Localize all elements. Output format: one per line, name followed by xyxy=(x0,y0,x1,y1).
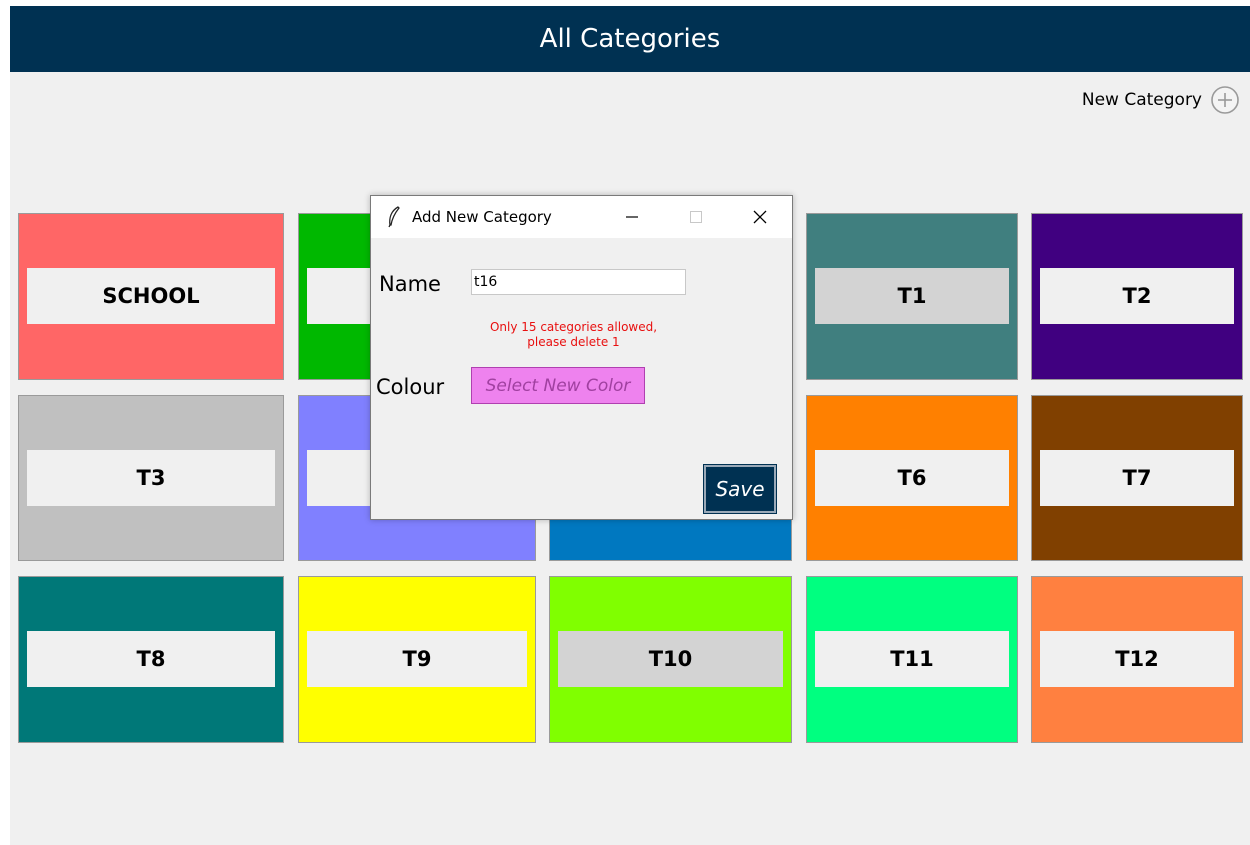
category-label: T9 xyxy=(307,631,527,687)
close-button[interactable] xyxy=(737,196,783,238)
warning-line: please delete 1 xyxy=(527,335,620,349)
category-label: T2 xyxy=(1040,268,1234,324)
category-tile-t3[interactable]: T3 xyxy=(18,395,284,561)
feather-icon xyxy=(388,206,400,228)
category-label: T8 xyxy=(27,631,275,687)
category-label: T12 xyxy=(1040,631,1234,687)
save-button[interactable]: Save xyxy=(703,464,777,514)
category-label: T10 xyxy=(558,631,783,687)
new-category-button[interactable]: New Category xyxy=(1082,85,1240,115)
category-tile-t2[interactable]: T2 xyxy=(1031,213,1243,380)
category-limit-warning: Only 15 categories allowed, please delet… xyxy=(461,320,686,350)
dialog-titlebar[interactable]: Add New Category xyxy=(371,196,792,238)
category-tile-school[interactable]: SCHOOL xyxy=(18,213,284,380)
category-tile-t1[interactable]: T1 xyxy=(806,213,1018,380)
category-label: T11 xyxy=(815,631,1009,687)
add-category-dialog: Add New Category Name Only 15 categories… xyxy=(370,195,793,520)
dialog-title: Add New Category xyxy=(412,208,552,226)
maximize-button[interactable] xyxy=(673,196,719,238)
new-category-label: New Category xyxy=(1081,90,1202,110)
minimize-icon xyxy=(626,216,638,218)
category-tile-t11[interactable]: T11 xyxy=(806,576,1018,743)
category-tile-t12[interactable]: T12 xyxy=(1031,576,1243,743)
page-header: All Categories xyxy=(10,6,1250,72)
colour-label: Colour xyxy=(376,375,445,399)
category-label: T3 xyxy=(27,450,275,506)
name-label: Name xyxy=(379,272,441,296)
category-tile-t9[interactable]: T9 xyxy=(298,576,536,743)
minimize-button[interactable] xyxy=(609,196,655,238)
name-input[interactable] xyxy=(471,269,686,295)
warning-line: Only 15 categories allowed, xyxy=(489,320,658,334)
maximize-icon xyxy=(690,211,702,223)
category-tile-t8[interactable]: T8 xyxy=(18,576,284,743)
category-label: T7 xyxy=(1040,450,1234,506)
category-tile-t6[interactable]: T6 xyxy=(806,395,1018,561)
select-color-button[interactable]: Select New Color xyxy=(471,367,645,404)
category-tile-t7[interactable]: T7 xyxy=(1031,395,1243,561)
plus-circle-icon[interactable] xyxy=(1210,85,1240,115)
category-label: T1 xyxy=(815,268,1009,324)
category-label: T6 xyxy=(815,450,1009,506)
category-tile-t10[interactable]: T10 xyxy=(549,576,792,743)
category-label: SCHOOL xyxy=(27,268,275,324)
page-title: All Categories xyxy=(539,24,721,54)
close-icon xyxy=(753,210,767,224)
